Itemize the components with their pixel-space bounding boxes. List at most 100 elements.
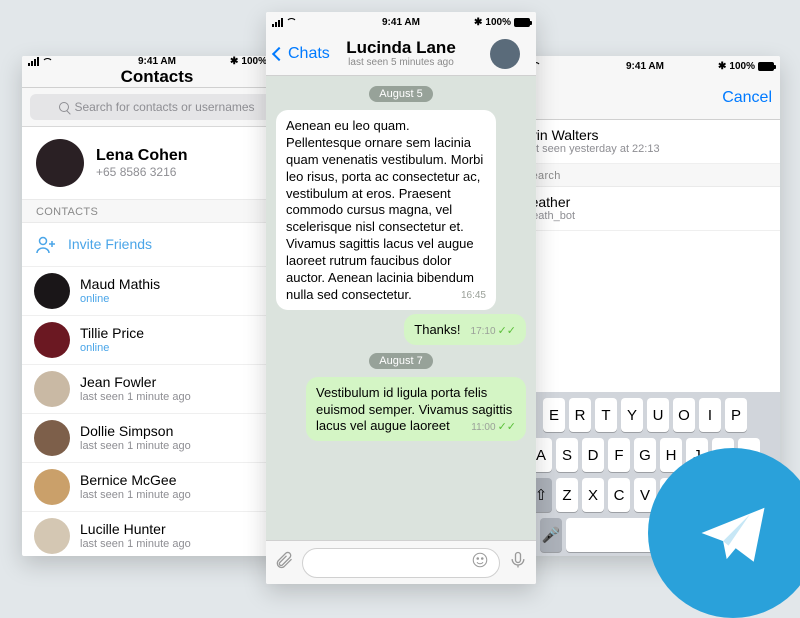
read-ticks-icon: ✓✓ — [498, 421, 516, 433]
chat-phone: 9:41 AM ✱ 100% Chats Lucinda Lane last s… — [266, 12, 536, 584]
key-p[interactable]: P — [725, 398, 747, 432]
status-bar: 9:41 AM ✱ 100% — [510, 56, 780, 76]
key-t[interactable]: T — [595, 398, 617, 432]
chat-navbar: Chats Lucinda Lane last seen 5 minutes a… — [266, 32, 536, 76]
my-name: Lena Cohen — [96, 147, 188, 165]
battery-pct: 100% — [241, 56, 267, 67]
contacts-phone: 9:41 AM ✱ 100% Contacts Search for conta… — [22, 56, 292, 556]
chevron-left-icon — [272, 47, 286, 61]
contact-name: Bernice McGee — [80, 472, 191, 489]
status-time: 9:41 AM — [572, 61, 718, 72]
contact-name: Lucille Hunter — [80, 521, 191, 538]
key-g[interactable]: G — [634, 438, 656, 472]
attach-icon[interactable] — [274, 550, 294, 575]
contact-row[interactable]: Maud Mathis online — [22, 267, 292, 316]
key-u[interactable]: U — [647, 398, 669, 432]
sticker-icon[interactable] — [471, 551, 489, 574]
signal-icon — [28, 57, 39, 66]
bluetooth-icon: ✱ — [718, 61, 726, 72]
cancel-label: Cancel — [722, 89, 772, 107]
my-phone: +65 8586 3216 — [96, 165, 188, 179]
key-i[interactable]: I — [699, 398, 721, 432]
wifi-icon — [42, 58, 53, 66]
status-bar: 9:41 AM ✱ 100% — [22, 56, 292, 67]
battery-pct: 100% — [485, 17, 511, 28]
battery-icon — [758, 62, 774, 71]
wifi-icon — [286, 18, 297, 26]
search-icon — [59, 102, 69, 112]
contact-name: Tillie Price — [80, 325, 144, 342]
key-y[interactable]: Y — [621, 398, 643, 432]
contact-row[interactable]: Dollie Simpson last seen 1 minute ago — [22, 414, 292, 463]
message-input[interactable] — [302, 548, 500, 578]
search-results-list: evin Walterslast seen yesterday at 22:13… — [510, 120, 780, 231]
contact-name: Dollie Simpson — [80, 423, 191, 440]
message-outgoing[interactable]: Vestibulum id ligula porta felis euismod… — [306, 377, 526, 442]
key-f[interactable]: F — [608, 438, 630, 472]
invite-label: Invite Friends — [68, 236, 152, 253]
chat-input-bar — [266, 540, 536, 584]
avatar — [34, 518, 70, 554]
contact-status: last seen 1 minute ago — [80, 489, 191, 502]
message-time: 17:10 — [471, 326, 496, 337]
search-result-row[interactable]: VeatherWeath_bot — [510, 187, 780, 231]
avatar — [34, 322, 70, 358]
avatar — [34, 371, 70, 407]
key-r[interactable]: R — [569, 398, 591, 432]
contact-row[interactable]: Tillie Price online — [22, 316, 292, 365]
battery-pct: 100% — [729, 61, 755, 72]
chat-subtitle: last seen 5 minutes ago — [348, 57, 454, 68]
contact-row[interactable]: Bernice McGee last seen 1 minute ago — [22, 463, 292, 512]
search-section-header: Search — [510, 164, 780, 187]
date-separator: August 7 — [369, 353, 432, 369]
key-c[interactable]: C — [608, 478, 630, 512]
search-navbar: Cancel — [510, 76, 780, 120]
avatar — [490, 39, 520, 69]
message-incoming[interactable]: Aenean eu leo quam. Pellentesque ornare … — [276, 110, 496, 310]
message-outgoing[interactable]: Thanks! 17:10✓✓ — [404, 314, 526, 345]
search-placeholder: Search for contacts or usernames — [74, 100, 254, 114]
invite-icon — [34, 233, 58, 257]
mic-icon[interactable] — [508, 550, 528, 575]
result-sub: last seen yesterday at 22:13 — [522, 143, 660, 156]
avatar — [34, 273, 70, 309]
key-o[interactable]: O — [673, 398, 695, 432]
key-mic[interactable]: 🎤 — [540, 518, 562, 552]
contact-status: online — [80, 342, 144, 355]
key-d[interactable]: D — [582, 438, 604, 472]
contacts-section-header: CONTACTS — [22, 200, 292, 223]
key-z[interactable]: Z — [556, 478, 578, 512]
contact-row[interactable]: Jean Fowler last seen 1 minute ago — [22, 365, 292, 414]
date-separator: August 5 — [369, 86, 432, 102]
chat-body[interactable]: August 5 Aenean eu leo quam. Pellentesqu… — [266, 76, 536, 540]
contact-status: online — [80, 293, 160, 306]
contact-row[interactable]: Lucille Hunter last seen 1 minute ago — [22, 512, 292, 556]
contact-status: last seen 1 minute ago — [80, 440, 191, 453]
contacts-searchbar: Search for contacts or usernames — [22, 88, 292, 127]
key-s[interactable]: S — [556, 438, 578, 472]
key-x[interactable]: X — [582, 478, 604, 512]
bluetooth-icon: ✱ — [474, 17, 482, 28]
navbar-title: Contacts — [121, 67, 194, 87]
back-button[interactable]: Chats — [266, 32, 338, 76]
contact-status: last seen 1 minute ago — [80, 538, 191, 551]
invite-friends-row[interactable]: Invite Friends — [22, 223, 292, 267]
contact-status: last seen 1 minute ago — [80, 391, 191, 404]
message-text: Aenean eu leo quam. Pellentesque ornare … — [286, 118, 483, 302]
signal-icon — [272, 18, 283, 27]
contacts-search-input[interactable]: Search for contacts or usernames — [30, 94, 284, 120]
result-name: evin Walters — [522, 127, 660, 144]
my-profile-row[interactable]: Lena Cohen +65 8586 3216 — [22, 127, 292, 200]
search-result-row[interactable]: evin Walterslast seen yesterday at 22:13 — [510, 120, 780, 164]
message-time: 11:00 — [471, 422, 495, 433]
chat-avatar-button[interactable] — [482, 32, 536, 76]
avatar — [36, 139, 84, 187]
message-time: 16:45 — [461, 289, 486, 302]
message-text: Thanks! — [414, 322, 460, 337]
contact-name: Maud Mathis — [80, 276, 160, 293]
key-e[interactable]: E — [543, 398, 565, 432]
contacts-list: Maud Mathis online Tillie Price online J… — [22, 267, 292, 556]
status-time: 9:41 AM — [328, 17, 474, 28]
cancel-button[interactable]: Cancel — [714, 76, 780, 120]
bluetooth-icon: ✱ — [230, 56, 238, 67]
